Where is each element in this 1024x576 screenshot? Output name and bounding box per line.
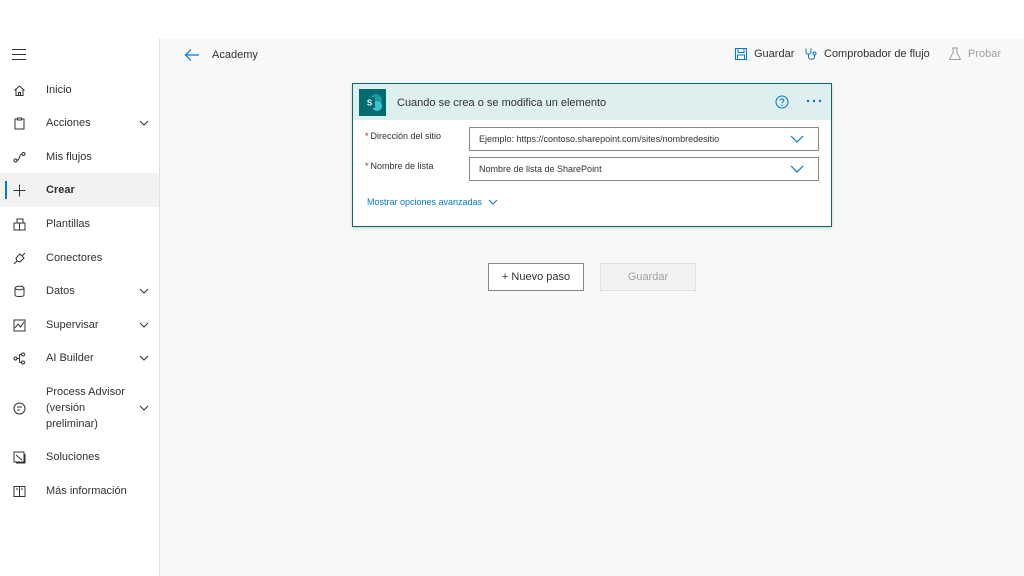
site-address-placeholder: Ejemplo: https://contoso.sharepoint.com/… [479,134,720,144]
chevron-down-icon[interactable] [138,402,150,414]
beaker-icon [948,47,962,60]
nav-label-acciones: Acciones [46,117,91,129]
book-icon [12,484,26,498]
monitor-icon [12,318,26,332]
connector-icon [12,251,26,265]
site-address-dropdown[interactable]: Ejemplo: https://contoso.sharepoint.com/… [469,127,819,151]
nav-label-process-advisor: Process Advisor (versión preliminar) [46,386,125,430]
trigger-card: S Cuando se crea o se modifica un elemen… [352,83,832,227]
site-address-label: * Dirección del sitio [365,131,441,141]
ai-builder-icon [12,351,26,365]
nav-label-mis-flujos: Mis flujos [46,151,92,163]
show-advanced-options-label: Mostrar opciones avanzadas [367,197,483,207]
process-advisor-icon [12,401,26,415]
chevron-down-icon[interactable] [790,164,804,174]
nav-label-inicio: Inicio [46,84,72,96]
chevron-down-icon[interactable] [790,134,804,144]
save-button[interactable]: Guardar [600,263,696,291]
flow-checker-label: Comprobador de flujo [824,48,930,60]
designer-toolbar: Academy Guardar Comprobador de flujo Pro… [160,39,1024,71]
left-nav: Inicio Acciones Mis flujos Crear Plantil… [0,39,160,576]
site-address-row: * Dirección del sitio Ejemplo: https://co… [353,127,831,151]
chevron-down-icon[interactable] [138,319,150,331]
top-band [0,0,1024,39]
help-icon[interactable] [775,95,789,109]
svg-text:S: S [366,98,372,107]
nav-item-soluciones[interactable]: Soluciones [0,446,159,468]
test-command-label: Probar [968,48,1002,60]
show-advanced-options-link[interactable]: Mostrar opciones avanzadas [367,197,498,207]
required-marker: * [365,131,369,141]
list-name-placeholder: Nombre de lista de SharePoint [479,164,602,174]
nav-item-process-advisor[interactable]: Process Advisor (versión preliminar) [0,383,159,433]
chevron-down-icon[interactable] [138,352,150,364]
nav-item-mas-informacion[interactable]: Más información [0,480,159,502]
save-icon [735,48,747,60]
nav-item-acciones[interactable]: Acciones [0,112,159,134]
list-name-label-text: Nombre de lista [370,161,434,171]
list-name-label: * Nombre de lista [365,161,434,171]
trigger-card-header[interactable]: S Cuando se crea o se modifica un elemen… [353,84,831,120]
clipboard-icon [12,116,26,130]
chevron-down-icon[interactable] [138,117,150,129]
back-arrow-icon[interactable] [184,48,200,62]
hamburger-menu-icon[interactable] [12,49,26,61]
nav-label-ai-builder: AI Builder [46,352,94,364]
list-name-dropdown[interactable]: Nombre de lista de SharePoint [469,157,819,181]
new-step-button[interactable]: + Nuevo paso [488,263,584,291]
designer-canvas: Academy Guardar Comprobador de flujo Pro… [160,39,1024,576]
active-indicator [5,181,7,199]
nav-label-supervisar: Supervisar [46,319,99,331]
nav-label-plantillas: Plantillas [46,218,91,230]
solutions-icon [12,450,26,464]
templates-icon [12,217,26,231]
more-options-icon[interactable] [805,96,823,106]
nav-label-datos: Datos [46,285,75,297]
nav-item-mis-flujos[interactable]: Mis flujos [0,146,159,168]
nav-item-crear[interactable]: Crear [0,173,159,207]
nav-item-plantillas[interactable]: Plantillas [0,213,159,235]
save-command-label: Guardar [754,48,795,60]
flow-checker-command[interactable]: Comprobador de flujo [804,47,930,61]
sharepoint-icon: S [359,89,386,116]
list-name-row: * Nombre de lista Nombre de lista de Shar… [353,157,831,181]
required-marker: * [365,161,369,171]
stethoscope-icon [805,48,817,60]
plus-icon [12,183,26,197]
chevron-down-icon[interactable] [138,285,150,297]
nav-item-datos[interactable]: Datos [0,280,159,302]
nav-label-soluciones: Soluciones [46,451,100,463]
home-icon [12,83,26,97]
flow-icon [12,150,26,164]
trigger-card-title: Cuando se crea o se modifica un elemento [397,97,607,109]
nav-item-ai-builder[interactable]: AI Builder [0,347,159,369]
nav-label-mas-informacion: Más información [46,485,127,497]
nav-item-conectores[interactable]: Conectores [0,247,159,269]
save-command[interactable]: Guardar [734,47,794,61]
nav-label-conectores: Conectores [46,252,103,264]
chevron-down-icon [488,199,498,205]
test-command[interactable]: Probar [948,47,1001,61]
nav-item-supervisar[interactable]: Supervisar [0,314,159,336]
site-address-label-text: Dirección del sitio [370,131,442,141]
nav-item-inicio[interactable]: Inicio [0,79,159,101]
flow-name: Academy [212,49,258,61]
nav-label-crear: Crear [46,184,75,196]
database-icon [12,284,26,298]
